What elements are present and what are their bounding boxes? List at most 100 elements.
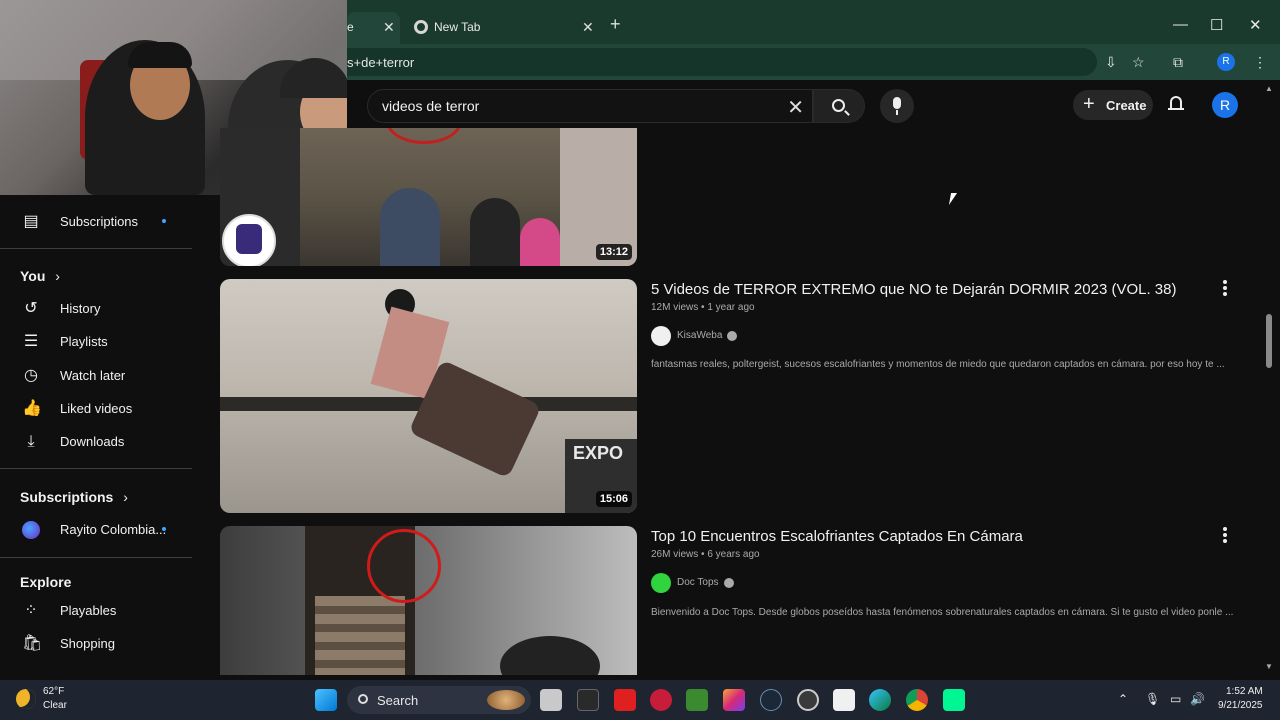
- video-thumbnail[interactable]: 13:12: [220, 128, 637, 266]
- microsoft-store-icon[interactable]: [833, 689, 855, 711]
- playables-icon: ⁘: [24, 602, 38, 619]
- video-meta: 26M views • 6 years ago: [651, 549, 760, 560]
- view-count: 26M views: [651, 549, 699, 560]
- clock-time[interactable]: 1:52 AM: [1226, 686, 1263, 697]
- create-button[interactable]: + Create: [1073, 90, 1153, 120]
- instagram-icon[interactable]: [723, 689, 745, 711]
- channel-link[interactable]: Doc Tops: [651, 573, 951, 593]
- history-icon: ↺: [24, 300, 38, 317]
- sidebar-section-subscriptions[interactable]: Subscriptions ›: [20, 489, 128, 505]
- windows-start-icon[interactable]: [315, 689, 337, 711]
- maximize-button[interactable]: ☐: [1210, 16, 1223, 34]
- sidebar-item-label: Downloads: [60, 434, 125, 449]
- sidebar-item-history[interactable]: ↺ History: [20, 294, 190, 324]
- thumb-sign-text: EXPO: [573, 443, 624, 463]
- kick-app-icon[interactable]: [943, 689, 965, 711]
- volume-icon[interactable]: 🔊: [1190, 692, 1205, 706]
- obs-icon[interactable]: [797, 689, 819, 711]
- view-count: 12M views: [651, 302, 699, 313]
- dot: [1223, 292, 1227, 296]
- edge-icon[interactable]: [869, 689, 891, 711]
- steam-icon[interactable]: [760, 689, 782, 711]
- clock-date[interactable]: 9/21/2025: [1218, 700, 1263, 711]
- search-button[interactable]: [813, 89, 865, 123]
- shopping-bag-icon: 🛍: [22, 635, 43, 652]
- chrome-taskbar-icon[interactable]: [906, 689, 928, 711]
- search-query: videos de terror: [382, 98, 480, 114]
- thumb-figure: [520, 218, 560, 266]
- tab-youtube[interactable]: e ✕: [347, 12, 400, 44]
- network-icon[interactable]: ▭: [1170, 692, 1181, 706]
- thumb-stairs: [315, 596, 405, 675]
- dot: [1223, 527, 1227, 531]
- mouse-cursor: [948, 193, 958, 205]
- subscriptions-icon: ▤: [23, 213, 39, 230]
- youtube-app-icon[interactable]: [614, 689, 636, 711]
- hair-left: [128, 42, 192, 68]
- video-title[interactable]: 5 Videos de TERROR EXTREMO que NO te Dej…: [651, 281, 1176, 298]
- video-description: fantasmas reales, poltergeist, sucesos e…: [651, 359, 1225, 370]
- sidebar-divider: [0, 248, 192, 249]
- video-title[interactable]: Top 10 Encuentros Escalofriantes Captado…: [651, 528, 1023, 545]
- scroll-down-arrow-icon[interactable]: ▼: [1265, 662, 1273, 671]
- sidebar-item-downloads[interactable]: ⤓ Downloads: [20, 427, 190, 457]
- thumb-red-circle: [386, 128, 462, 144]
- channel-name: KisaWeba: [677, 330, 723, 341]
- tab-close-button[interactable]: ✕: [383, 19, 395, 36]
- video-thumbnail[interactable]: EXPO 15:06: [220, 279, 637, 513]
- weather-moon-icon[interactable]: [16, 689, 36, 709]
- sidebar-item-subscriptions[interactable]: ▤ Subscriptions: [20, 207, 190, 237]
- minecraft-icon[interactable]: [686, 689, 708, 711]
- create-label: Create: [1106, 98, 1147, 113]
- sidebar-section-you[interactable]: You ›: [20, 268, 60, 284]
- channel-link[interactable]: KisaWeba: [651, 326, 951, 346]
- sidebar-section-explore: Explore: [20, 574, 72, 590]
- plus-icon: +: [1083, 93, 1095, 115]
- sidebar-item-playlists[interactable]: ☰ Playlists: [20, 327, 190, 357]
- bookmark-star-icon[interactable]: ☆: [1132, 54, 1145, 71]
- more-options-icon[interactable]: [1222, 527, 1228, 543]
- close-window-button[interactable]: ✕: [1249, 16, 1262, 34]
- verified-badge-icon: [727, 331, 737, 341]
- video-thumbnail[interactable]: [220, 526, 637, 675]
- voice-search-button[interactable]: [880, 89, 914, 123]
- playlists-icon: ☰: [23, 333, 39, 350]
- tab-new-tab[interactable]: New Tab ✕: [400, 12, 606, 44]
- search-highlight-icon: [487, 690, 525, 710]
- valorant-icon[interactable]: [650, 689, 672, 711]
- tab-search-icon[interactable]: ⧉: [1173, 54, 1183, 71]
- sidebar-item-channel[interactable]: Rayito Colombia...: [20, 515, 190, 545]
- account-avatar[interactable]: R: [1212, 92, 1238, 118]
- page-scrollbar[interactable]: ▲ ▼: [1264, 84, 1274, 674]
- install-app-icon[interactable]: ⇩: [1105, 54, 1117, 71]
- taskbar-search[interactable]: Search: [347, 686, 531, 714]
- new-tab-button[interactable]: +: [610, 14, 621, 35]
- bell-body: [1170, 96, 1182, 108]
- epic-games-icon[interactable]: [577, 689, 599, 711]
- scrollbar-thumb[interactable]: [1266, 314, 1272, 368]
- search-icon: [832, 99, 845, 112]
- minimize-button[interactable]: —: [1173, 16, 1188, 33]
- channel-name: Doc Tops: [677, 577, 719, 588]
- avatar-shape: [236, 224, 262, 254]
- tray-overflow-chevron-icon[interactable]: ⌃: [1118, 692, 1128, 706]
- scroll-up-arrow-icon[interactable]: ▲: [1265, 84, 1273, 93]
- tab-close-button[interactable]: ✕: [582, 19, 594, 36]
- search-label: Search: [377, 693, 419, 708]
- more-options-icon[interactable]: [1222, 280, 1228, 296]
- clear-search-icon[interactable]: ✕: [787, 95, 804, 120]
- sidebar-item-playables[interactable]: ⁘ Playables: [20, 596, 190, 626]
- video-duration: 13:12: [595, 244, 632, 260]
- section-title: You: [20, 268, 46, 284]
- notifications-bell-icon[interactable]: [1168, 96, 1184, 112]
- browser-menu-icon[interactable]: ⋮: [1253, 54, 1267, 71]
- search-input[interactable]: videos de terror ✕: [367, 89, 813, 123]
- task-view-icon[interactable]: [540, 689, 562, 711]
- address-bar[interactable]: s+de+terror: [347, 48, 1097, 76]
- sidebar-item-watch-later[interactable]: ◷ Watch later: [20, 361, 190, 391]
- sidebar-item-shopping[interactable]: 🛍 Shopping: [20, 629, 190, 659]
- sidebar-item-liked-videos[interactable]: 👍 Liked videos: [20, 394, 190, 424]
- browser-profile-avatar[interactable]: R: [1217, 53, 1235, 71]
- microphone-tray-icon[interactable]: 🎙: [1145, 692, 1160, 706]
- chevron-right-icon: ›: [123, 489, 128, 505]
